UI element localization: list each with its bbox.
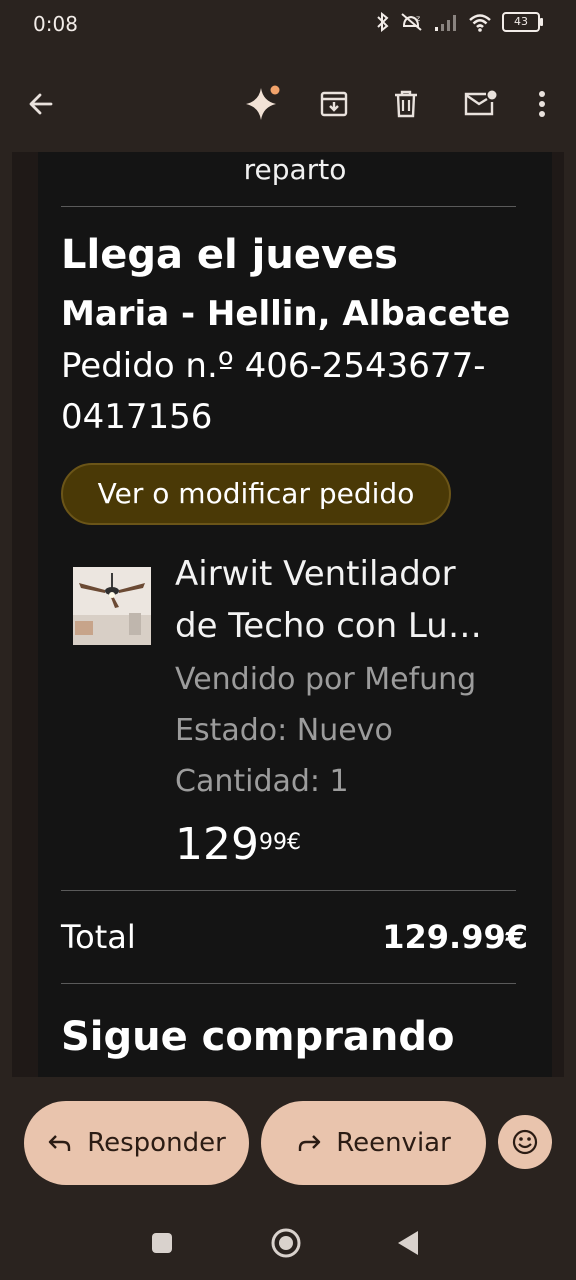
reply-icon bbox=[49, 1135, 71, 1151]
dnd-icon: z bbox=[401, 13, 422, 31]
order-number-line1: Pedido n.º 406-2543677- bbox=[61, 346, 486, 386]
product-quantity: Cantidad: 1 bbox=[175, 764, 349, 799]
system-nav-bar bbox=[0, 1207, 576, 1280]
forward-icon bbox=[298, 1135, 321, 1151]
emoji-reaction-button[interactable] bbox=[498, 1115, 552, 1169]
product-image[interactable] bbox=[73, 567, 151, 645]
divider bbox=[61, 206, 516, 207]
delete-button[interactable] bbox=[386, 84, 426, 124]
reply-label: Responder bbox=[87, 1128, 226, 1158]
total-label: Total bbox=[61, 918, 136, 956]
signal-icon bbox=[435, 15, 456, 31]
order-number-line2: 0417156 bbox=[61, 397, 213, 437]
reply-bar: Responder Reenviar bbox=[0, 1077, 576, 1207]
home-button[interactable] bbox=[270, 1227, 302, 1259]
back-nav-button[interactable] bbox=[396, 1229, 420, 1257]
archive-button[interactable] bbox=[314, 84, 354, 124]
back-button[interactable] bbox=[21, 84, 61, 124]
emoji-icon bbox=[512, 1129, 538, 1155]
more-vert-icon bbox=[539, 91, 545, 117]
keep-shopping-heading: Sigue comprando bbox=[61, 1014, 455, 1060]
product-condition: Estado: Nuevo bbox=[175, 713, 393, 748]
recents-icon bbox=[152, 1233, 172, 1253]
battery-icon: 43 bbox=[502, 12, 543, 32]
mark-unread-icon bbox=[464, 90, 497, 116]
product-title[interactable]: Airwit Ventilador de Techo con Lu… bbox=[175, 548, 515, 652]
price-main: 129 bbox=[175, 819, 259, 870]
product-title-line2: de Techo con Lu… bbox=[175, 606, 482, 646]
view-order-button[interactable]: Ver o modificar pedido bbox=[61, 463, 451, 525]
status-time: 0:08 bbox=[33, 12, 78, 36]
forward-label: Reenviar bbox=[336, 1128, 451, 1158]
divider bbox=[61, 890, 516, 891]
email-content: reparto Llega el jueves Maria - Hellin, … bbox=[38, 152, 552, 1077]
product-title-line1: Airwit Ventilador bbox=[175, 554, 456, 594]
product-price: 12999€ bbox=[175, 820, 301, 870]
email-body: reparto Llega el jueves Maria - Hellin, … bbox=[12, 152, 564, 1077]
recipient-address: Maria - Hellin, Albacete bbox=[61, 294, 511, 334]
price-cents: 99€ bbox=[258, 830, 301, 855]
sparkle-icon bbox=[246, 85, 280, 120]
bluetooth-icon bbox=[377, 12, 389, 32]
back-arrow-icon bbox=[29, 93, 53, 115]
reply-button[interactable]: Responder bbox=[24, 1101, 249, 1185]
forward-button[interactable]: Reenviar bbox=[261, 1101, 486, 1185]
svg-text:z: z bbox=[416, 14, 420, 23]
gemini-button[interactable] bbox=[242, 84, 282, 124]
product-seller: Vendido por Mefung bbox=[175, 662, 477, 697]
delete-icon bbox=[395, 90, 417, 118]
delivery-text: reparto bbox=[243, 153, 347, 186]
arrival-heading: Llega el jueves bbox=[61, 232, 398, 278]
status-bar: 0:08 z 43 bbox=[0, 0, 576, 50]
recents-button[interactable] bbox=[150, 1231, 174, 1255]
home-icon bbox=[271, 1228, 301, 1258]
total-value: 129.99€ bbox=[382, 918, 528, 956]
back-triangle-icon bbox=[398, 1231, 418, 1255]
more-options-button[interactable] bbox=[522, 84, 562, 124]
mark-unread-button[interactable] bbox=[460, 84, 500, 124]
divider bbox=[61, 983, 516, 984]
email-toolbar bbox=[0, 62, 576, 144]
archive-icon bbox=[320, 91, 348, 117]
wifi-icon bbox=[469, 14, 491, 32]
